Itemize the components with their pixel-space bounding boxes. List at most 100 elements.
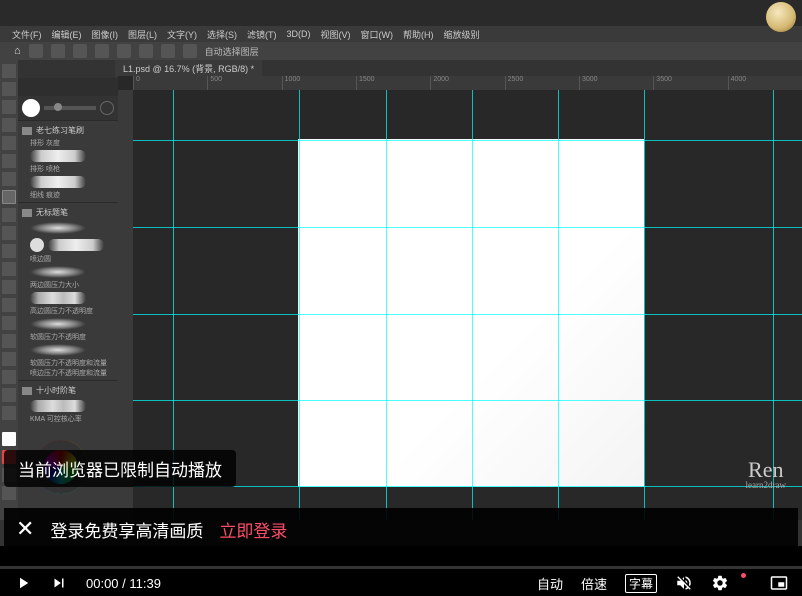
ruler-horizontal[interactable]: 0 500 1000 1500 2000 2500 3000 3500 4000 xyxy=(133,76,802,90)
progress-bar[interactable] xyxy=(0,566,802,569)
brush-item[interactable] xyxy=(18,342,118,358)
brush-group-title[interactable]: 无标题笔 xyxy=(18,205,118,220)
time-display: 00:00 / 11:39 xyxy=(86,576,161,591)
brush-stroke-icon xyxy=(30,318,86,330)
menu-help[interactable]: 帮助(H) xyxy=(403,28,434,41)
option-swatch-5[interactable] xyxy=(117,44,131,58)
guide-horizontal[interactable] xyxy=(133,227,802,228)
guide-vertical[interactable] xyxy=(386,90,387,520)
brush-item-label[interactable]: 软圆压力不透明度和流量 xyxy=(30,358,118,368)
play-button[interactable] xyxy=(14,574,32,592)
uploader-avatar[interactable] xyxy=(766,2,796,32)
brush-stroke-icon xyxy=(30,150,86,162)
menu-file[interactable]: 文件(F) xyxy=(12,28,42,41)
brush-item[interactable] xyxy=(18,174,118,190)
home-icon[interactable]: ⌂ xyxy=(14,45,21,57)
path-tool-icon[interactable] xyxy=(2,352,16,366)
guide-vertical[interactable] xyxy=(472,90,473,520)
brush-item[interactable] xyxy=(18,220,118,236)
zoom-tool-icon[interactable] xyxy=(2,406,16,420)
document-tab[interactable]: L1.psd @ 16.7% (背景, RGB/8) * xyxy=(115,60,262,77)
close-icon[interactable]: ✕ xyxy=(16,518,34,540)
guide-vertical[interactable] xyxy=(558,90,559,520)
brush-size-slider[interactable] xyxy=(44,106,96,110)
subtitle-button[interactable]: 字幕 xyxy=(625,574,657,593)
brush-item[interactable] xyxy=(18,290,118,306)
brush-item-label[interactable]: 细线 痕迹 xyxy=(30,190,118,200)
shape-tool-icon[interactable] xyxy=(2,370,16,384)
brush-item-label[interactable]: 高边圆压力不透明度 xyxy=(30,306,118,316)
menu-text[interactable]: 文字(Y) xyxy=(167,28,197,41)
marquee-tool-icon[interactable] xyxy=(2,82,16,96)
brush-group-title[interactable]: 老七练习笔刷 xyxy=(18,123,118,138)
menu-layer[interactable]: 图层(L) xyxy=(128,28,157,41)
brush-preview-icon[interactable] xyxy=(22,99,40,117)
brush-item-label[interactable]: 喷边圆 xyxy=(30,254,118,264)
option-swatch-7[interactable] xyxy=(161,44,175,58)
menu-filter[interactable]: 滤镜(T) xyxy=(247,28,277,41)
next-button[interactable] xyxy=(50,574,68,592)
ruler-tick: 0 xyxy=(133,76,207,90)
wand-tool-icon[interactable] xyxy=(2,118,16,132)
brush-group-title[interactable]: 十小时阶笔 xyxy=(18,383,118,398)
brush-tool-icon[interactable] xyxy=(2,190,16,204)
brush-item-label[interactable]: KMA 可控核心率 xyxy=(30,414,118,424)
brush-item[interactable] xyxy=(18,398,118,414)
menu-edit[interactable]: 编辑(E) xyxy=(52,28,82,41)
brush-item-label[interactable]: 两边圆压力大小 xyxy=(30,280,118,290)
ps-menu-bar: 文件(F) 编辑(E) 图像(I) 图层(L) 文字(Y) 选择(S) 滤镜(T… xyxy=(0,26,802,42)
crop-tool-icon[interactable] xyxy=(2,136,16,150)
guide-vertical[interactable] xyxy=(644,90,645,520)
brush-group-1: 老七练习笔刷 排形 灰度 排形 喷枪 细线 痕迹 xyxy=(18,120,118,202)
guide-vertical[interactable] xyxy=(773,90,774,520)
brush-item-label[interactable]: 软圆压力不透明度 xyxy=(30,332,118,342)
history-brush-tool-icon[interactable] xyxy=(2,226,16,240)
ps-options-bar: ⌂ 自动选择图层 xyxy=(0,42,802,60)
option-swatch-8[interactable] xyxy=(183,44,197,58)
menu-3d[interactable]: 3D(D) xyxy=(287,29,311,39)
menu-zoom[interactable]: 缩放级别 xyxy=(444,28,480,41)
volume-button[interactable] xyxy=(675,574,693,592)
speed-button[interactable]: 倍速 xyxy=(581,574,607,593)
blur-tool-icon[interactable] xyxy=(2,280,16,294)
menu-select[interactable]: 选择(S) xyxy=(207,28,237,41)
option-swatch-1[interactable] xyxy=(29,44,43,58)
gradient-tool-icon[interactable] xyxy=(2,262,16,276)
dodge-tool-icon[interactable] xyxy=(2,298,16,312)
brush-item-label[interactable]: 排形 灰度 xyxy=(30,138,118,148)
move-tool-icon[interactable] xyxy=(2,64,16,78)
login-notice-text: 登录免费享高清画质 xyxy=(50,517,203,542)
eraser-tool-icon[interactable] xyxy=(2,244,16,258)
guide-horizontal[interactable] xyxy=(133,140,802,141)
menu-image[interactable]: 图像(I) xyxy=(92,28,119,41)
brush-item-label[interactable]: 排形 喷枪 xyxy=(30,164,118,174)
login-now-link[interactable]: 立即登录 xyxy=(219,517,287,542)
guide-horizontal[interactable] xyxy=(133,314,802,315)
brush-item[interactable] xyxy=(18,148,118,164)
brush-item[interactable] xyxy=(18,264,118,280)
settings-button[interactable] xyxy=(711,574,729,592)
screenmode-icon[interactable] xyxy=(2,486,16,500)
guide-vertical[interactable] xyxy=(299,90,300,520)
option-swatch-3[interactable] xyxy=(73,44,87,58)
brush-item[interactable] xyxy=(18,316,118,332)
guide-horizontal[interactable] xyxy=(133,400,802,401)
eyedropper-tool-icon[interactable] xyxy=(2,154,16,168)
foreground-color-swatch[interactable] xyxy=(2,432,16,446)
menu-view[interactable]: 视图(V) xyxy=(321,28,351,41)
type-tool-icon[interactable] xyxy=(2,334,16,348)
brush-angle-icon[interactable] xyxy=(100,101,114,115)
option-swatch-4[interactable] xyxy=(95,44,109,58)
option-swatch-6[interactable] xyxy=(139,44,153,58)
heal-tool-icon[interactable] xyxy=(2,172,16,186)
menu-window[interactable]: 窗口(W) xyxy=(361,28,394,41)
pen-tool-icon[interactable] xyxy=(2,316,16,330)
lasso-tool-icon[interactable] xyxy=(2,100,16,114)
pip-button[interactable] xyxy=(770,574,788,592)
stamp-tool-icon[interactable] xyxy=(2,208,16,222)
brush-item-label[interactable]: 喷边压力不透明度和流量 xyxy=(30,368,118,378)
option-swatch-2[interactable] xyxy=(51,44,65,58)
hand-tool-icon[interactable] xyxy=(2,388,16,402)
quality-auto-button[interactable]: 自动 xyxy=(537,574,563,593)
brush-item[interactable] xyxy=(18,236,118,254)
